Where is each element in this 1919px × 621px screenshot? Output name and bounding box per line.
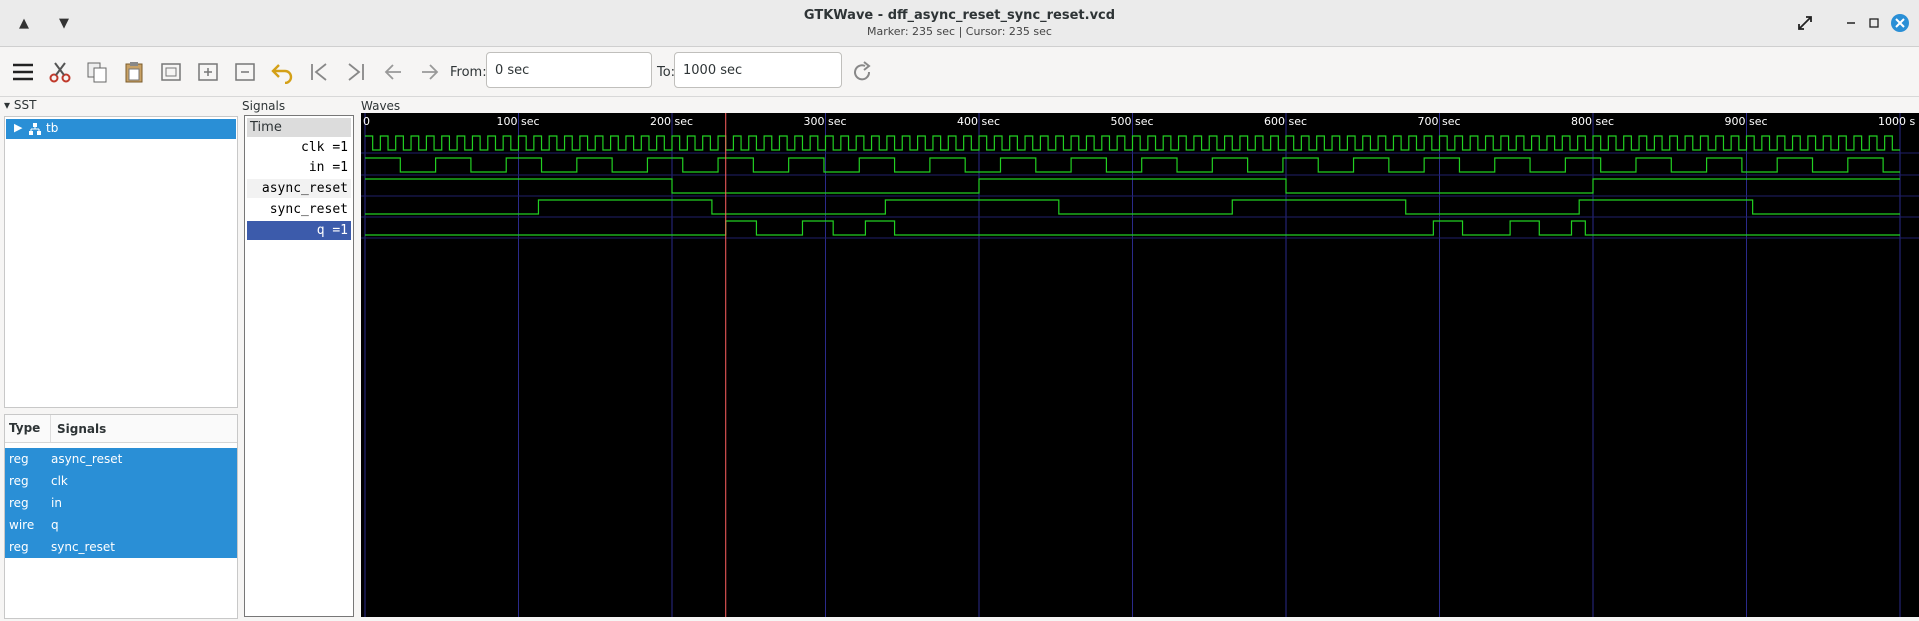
sst-title: SST (13, 98, 37, 112)
column-type[interactable]: Type (5, 415, 51, 442)
signal-cell: q (51, 518, 59, 532)
zoom-in-icon[interactable] (193, 57, 223, 87)
type-cell: wire (9, 518, 35, 532)
tick-label: 900 sec (1725, 115, 1768, 128)
time-header: Time (247, 118, 351, 137)
tick-label: 700 sec (1418, 115, 1461, 128)
next-edge-icon[interactable] (415, 57, 445, 87)
to-label: To: (657, 65, 676, 80)
table-row[interactable]: reg sync_reset (5, 536, 237, 558)
fullscreen-icon[interactable] (1793, 12, 1817, 34)
tick-label: 100 sec (497, 115, 540, 128)
tree-item-tb[interactable]: ▶ tb (6, 119, 236, 139)
tick-label: 300 sec (804, 115, 847, 128)
tick-label: 500 sec (1111, 115, 1154, 128)
jump-to-start-icon[interactable] (304, 57, 334, 87)
table-row[interactable]: reg in (5, 492, 237, 514)
signal-row-q[interactable]: q =1 (247, 221, 351, 240)
waves-pane[interactable]: 0 100 sec 200 sec 300 sec 400 sec 500 sec 600 … (361, 113, 1919, 617)
signals-pane: Time clk =1 in =1 async_reset =0 sync_re… (244, 115, 354, 617)
paste-icon[interactable] (119, 57, 149, 87)
collapse-triangle-icon[interactable]: ▾ (4, 98, 10, 112)
signal-list-table: Type Signals reg async_reset reg clk reg in… (4, 414, 238, 619)
clk-waveform (365, 135, 1900, 151)
sst-tree: ▶ tb (4, 116, 238, 408)
column-signals[interactable]: Signals (51, 422, 106, 436)
sst-header[interactable]: ▾ SST (4, 98, 36, 112)
tick-label: 800 sec (1571, 115, 1614, 128)
tick-label: 1000 s (1878, 115, 1915, 128)
from-time-input[interactable] (486, 52, 652, 88)
zoom-fit-icon[interactable] (156, 57, 186, 87)
signal-row-in[interactable]: in =1 (247, 158, 351, 177)
expand-triangle-icon[interactable]: ▶ (14, 121, 22, 134)
maximize-button[interactable] (1862, 12, 1886, 34)
previous-edge-icon[interactable] (378, 57, 408, 87)
undo-icon[interactable] (267, 57, 297, 87)
window-subtitle: Marker: 235 sec | Cursor: 235 sec (867, 25, 1052, 38)
waves-pane-label: Waves (361, 99, 401, 113)
type-cell: reg (9, 452, 29, 466)
cut-icon[interactable] (45, 57, 75, 87)
minimize-button[interactable] (1839, 12, 1863, 34)
toolbar: From: To: (0, 47, 1919, 97)
signal-cell: in (51, 496, 62, 510)
tick-label: 400 sec (957, 115, 1000, 128)
waveform-canvas[interactable]: 0 100 sec 200 sec 300 sec 400 sec 500 sec 600 … (361, 113, 1919, 617)
reload-icon[interactable] (847, 57, 877, 87)
signal-row-sync-reset[interactable]: sync_reset =0 (247, 200, 351, 236)
tree-item-label: tb (46, 121, 59, 135)
menu-icon[interactable] (8, 57, 38, 87)
type-cell: reg (9, 540, 29, 554)
signal-row-clk[interactable]: clk =1 (247, 138, 351, 157)
signal-list-header: Type Signals (5, 415, 237, 443)
zoom-out-icon[interactable] (230, 57, 260, 87)
hierarchy-icon (29, 123, 41, 135)
signal-cell: clk (51, 474, 68, 488)
copy-icon[interactable] (82, 57, 112, 87)
type-cell: reg (9, 496, 29, 510)
type-cell: reg (9, 474, 29, 488)
signal-cell: sync_reset (51, 540, 115, 554)
signals-pane-label: Signals (242, 99, 286, 113)
table-row[interactable]: reg clk (5, 470, 237, 492)
window-title: GTKWave - dff_async_reset_sync_reset.vcd (803, 8, 1116, 23)
jump-to-end-icon[interactable] (341, 57, 371, 87)
tick-label: 600 sec (1264, 115, 1307, 128)
to-time-input[interactable] (674, 52, 842, 88)
signal-cell: async_reset (51, 452, 123, 466)
title-bar: ▲ ▼ GTKWave - dff_async_reset_sync_reset… (0, 0, 1919, 47)
tick-label: 0 (363, 115, 370, 128)
from-label: From: (450, 65, 487, 80)
close-button[interactable] (1888, 12, 1912, 34)
table-row[interactable]: wire q (5, 514, 237, 536)
table-row[interactable]: reg async_reset (5, 448, 237, 470)
signal-row-async-reset[interactable]: async_reset =0 (247, 179, 351, 215)
tick-label: 200 sec (650, 115, 693, 128)
